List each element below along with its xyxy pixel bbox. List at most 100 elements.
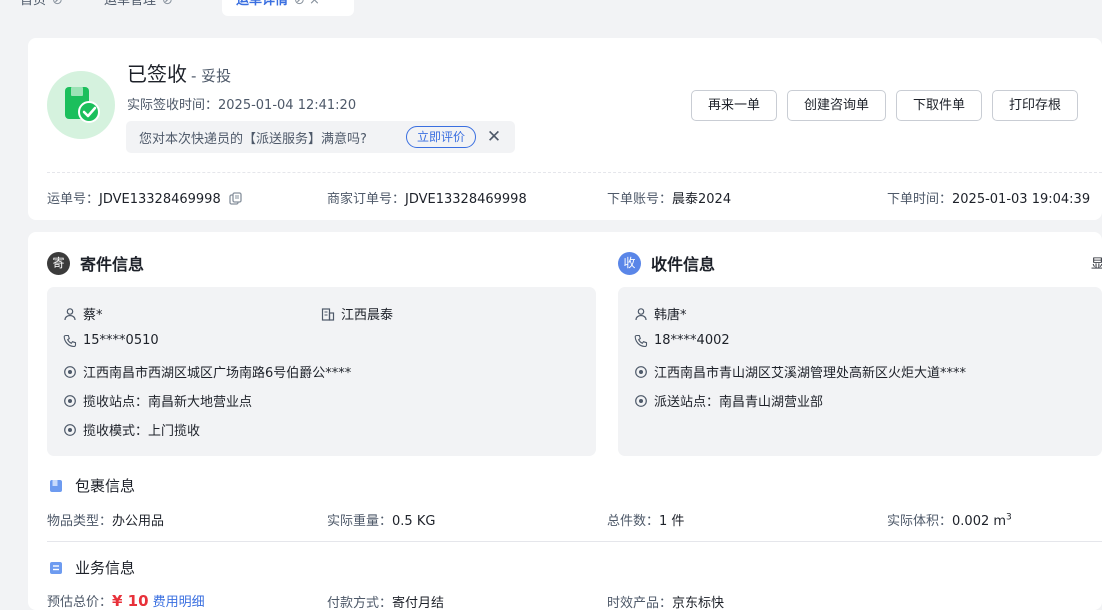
receiver-station-value: 派送站点：南昌青山湖营业部 bbox=[654, 395, 824, 410]
location-icon bbox=[64, 365, 76, 378]
sender-station-value: 揽收站点：南昌新大地营业点 bbox=[83, 395, 253, 410]
close-icon[interactable]: ⊘ bbox=[162, 0, 173, 8]
payment-label: 付款方式： bbox=[327, 596, 393, 610]
sender-company: 江西晨泰 bbox=[321, 304, 393, 323]
volume-label: 实际体积： bbox=[887, 514, 953, 529]
user-icon bbox=[64, 307, 76, 320]
rate-now-button[interactable]: 立即评价 bbox=[406, 126, 477, 148]
action-buttons: 再来一单 创建咨询单 下取件单 打印存根 bbox=[691, 90, 1079, 121]
sender-company-value: 江西晨泰 bbox=[341, 308, 394, 323]
print-stub-button[interactable]: 打印存根 bbox=[992, 90, 1079, 121]
item-type-value: 办公用品 bbox=[112, 514, 165, 529]
sign-time-value: 2025-01-04 12:41:20 bbox=[218, 98, 357, 113]
show-toggle[interactable]: 显 bbox=[1091, 253, 1102, 272]
item-type-label: 物品类型： bbox=[47, 514, 113, 529]
location-icon bbox=[64, 423, 76, 436]
user-icon bbox=[635, 307, 647, 320]
close-icon[interactable]: ⊘ × bbox=[294, 0, 320, 8]
detail-card: 寄 寄件信息 蔡* 江西晨泰 15****0510 江西南昌市西湖区城区广场南路… bbox=[28, 232, 1102, 610]
receiver-header: 收 收件信息 bbox=[618, 251, 715, 275]
weight-value: 0.5 KG bbox=[392, 514, 436, 529]
location-icon bbox=[64, 394, 76, 407]
merchant-value: JDVE13328469998 bbox=[405, 192, 527, 207]
weight-label: 实际重量： bbox=[327, 514, 393, 529]
divider bbox=[47, 172, 1102, 173]
receiver-name-value: 韩唐* bbox=[654, 308, 687, 323]
pieces-label: 总件数： bbox=[607, 514, 660, 529]
sender-badge: 寄 bbox=[47, 251, 70, 275]
sender-mode: 揽收模式：上门揽收 bbox=[63, 420, 200, 439]
tab-label: 运单详情 bbox=[236, 0, 289, 8]
product-value: 京东标快 bbox=[672, 596, 725, 610]
receiver-phone: 18****4002 bbox=[634, 333, 730, 348]
sender-title: 寄件信息 bbox=[80, 255, 145, 274]
phone-icon bbox=[63, 334, 77, 347]
business-icon bbox=[50, 561, 62, 574]
package-icon bbox=[50, 479, 62, 492]
sender-header: 寄 寄件信息 bbox=[47, 251, 144, 275]
package-header: 包裹信息 bbox=[49, 475, 135, 496]
copy-icon[interactable] bbox=[229, 192, 242, 205]
phone-icon bbox=[634, 334, 648, 347]
tab-label: 首页 bbox=[20, 0, 47, 8]
status-title: 已签收 - 妥投 bbox=[127, 58, 231, 87]
sign-time: 实际签收时间：2025-01-04 12:41:20 bbox=[127, 94, 356, 113]
divider bbox=[47, 541, 1102, 542]
tab-waybill-management[interactable]: 运单管理 ⊘ bbox=[90, 0, 187, 16]
business-header: 业务信息 bbox=[49, 557, 135, 578]
payment-value: 寄付月结 bbox=[392, 596, 445, 610]
payment-method: 付款方式：寄付月结 bbox=[327, 592, 444, 610]
building-icon bbox=[321, 307, 335, 321]
survey-banner: 您对本次快递员的【派送服务】满意吗? 立即评价 ✕ bbox=[126, 121, 515, 153]
reorder-button[interactable]: 再来一单 bbox=[691, 90, 778, 121]
pickup-order-button[interactable]: 下取件单 bbox=[896, 90, 983, 121]
waybill-number: 运单号：JDVE13328469998 bbox=[47, 188, 242, 207]
package-title: 包裹信息 bbox=[75, 477, 136, 495]
sender-name: 蔡* bbox=[63, 304, 103, 323]
product-label: 时效产品： bbox=[607, 596, 673, 610]
sender-address-value: 江西南昌市西湖区城区广场南路6号伯爵公**** bbox=[83, 366, 352, 381]
pieces-value: 1 件 bbox=[659, 514, 685, 529]
estimated-total: 预估总价：¥ 10 费用明细 bbox=[47, 591, 205, 610]
merchant-order-number: 商家订单号：JDVE13328469998 bbox=[327, 188, 527, 207]
total-label: 预估总价： bbox=[47, 595, 113, 610]
status-subtitle: - 妥投 bbox=[191, 67, 232, 85]
receiver-badge: 收 bbox=[618, 251, 641, 275]
receiver-station: 派送站点：南昌青山湖营业部 bbox=[634, 391, 823, 410]
receiver-title: 收件信息 bbox=[651, 255, 716, 274]
tab-waybill-detail[interactable]: 运单详情 ⊘ × bbox=[222, 0, 354, 16]
receiver-name: 韩唐* bbox=[634, 304, 687, 323]
receiver-address-value: 江西南昌市青山湖区艾溪湖管理处高新区火炬大道**** bbox=[654, 366, 967, 381]
sender-station: 揽收站点：南昌新大地营业点 bbox=[63, 391, 252, 410]
location-icon bbox=[635, 394, 647, 407]
fee-detail-link[interactable]: 费用明细 bbox=[153, 595, 205, 610]
tab-home[interactable]: 首页 ⊘ bbox=[6, 0, 77, 16]
create-consult-button[interactable]: 创建咨询单 bbox=[787, 90, 887, 121]
tab-label: 运单管理 bbox=[104, 0, 157, 8]
sender-name-value: 蔡* bbox=[83, 308, 103, 323]
sender-phone-value: 15****0510 bbox=[83, 333, 159, 348]
signed-status-icon bbox=[47, 71, 115, 139]
account-value: 晨泰2024 bbox=[672, 192, 732, 207]
close-icon[interactable]: ⊘ bbox=[52, 0, 63, 8]
status-card: 已签收 - 妥投 实际签收时间：2025-01-04 12:41:20 您对本次快… bbox=[28, 38, 1102, 220]
receiver-address: 江西南昌市青山湖区艾溪湖管理处高新区火炬大道**** bbox=[634, 362, 966, 381]
total-price: ¥ 10 bbox=[112, 592, 149, 610]
order-time-label: 下单时间： bbox=[887, 192, 953, 207]
sender-address: 江西南昌市西湖区城区广场南路6号伯爵公**** bbox=[63, 362, 351, 381]
close-icon[interactable]: ✕ bbox=[486, 126, 502, 148]
sign-time-label: 实际签收时间： bbox=[127, 98, 219, 113]
receiver-info-box: 韩唐* 18****4002 江西南昌市青山湖区艾溪湖管理处高新区火炬大道***… bbox=[618, 287, 1102, 456]
order-time-value: 2025-01-03 19:04:39 bbox=[952, 192, 1091, 207]
merchant-label: 商家订单号： bbox=[327, 192, 406, 207]
actual-weight: 实际重量：0.5 KG bbox=[327, 510, 435, 529]
total-pieces: 总件数：1 件 bbox=[607, 510, 684, 529]
sender-phone: 15****0510 bbox=[63, 333, 159, 348]
time-product: 时效产品：京东标快 bbox=[607, 592, 724, 610]
receiver-phone-value: 18****4002 bbox=[654, 333, 730, 348]
sender-mode-value: 揽收模式：上门揽收 bbox=[83, 424, 201, 439]
status-text: 已签收 bbox=[127, 62, 187, 86]
business-title: 业务信息 bbox=[75, 559, 136, 577]
location-icon bbox=[635, 365, 647, 378]
survey-question: 您对本次快递员的【派送服务】满意吗? bbox=[139, 132, 367, 147]
